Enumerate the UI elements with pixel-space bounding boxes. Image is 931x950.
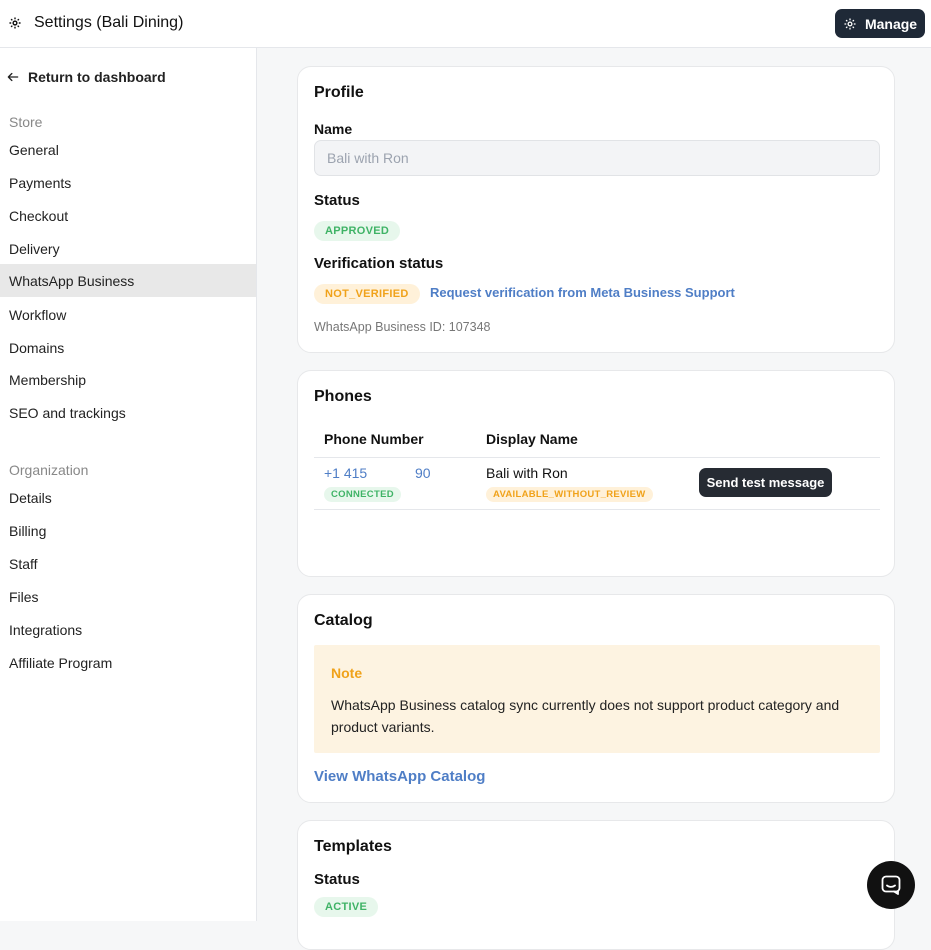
table-divider [314, 457, 880, 458]
top-bar: Settings (Bali Dining) Manage [0, 0, 931, 48]
return-to-dashboard-link[interactable]: Return to dashboard [6, 69, 166, 85]
note-title: Note [331, 665, 363, 681]
profile-card: Profile Name Status APPROVED Verificatio… [297, 66, 895, 353]
sidebar-item-general[interactable]: General [0, 133, 256, 166]
name-field[interactable] [314, 140, 880, 176]
sidebar-item-workflow[interactable]: Workflow [0, 298, 256, 331]
display-name-value: Bali with Ron [486, 465, 568, 481]
sidebar-item-domains[interactable]: Domains [0, 331, 256, 364]
sidebar-item-membership[interactable]: Membership [0, 363, 256, 396]
gear-icon [9, 17, 21, 29]
manage-button-label: Manage [864, 15, 918, 32]
status-label: Status [314, 192, 360, 209]
return-label: Return to dashboard [28, 69, 166, 85]
catalog-title: Catalog [314, 612, 373, 629]
sidebar-item-checkout[interactable]: Checkout [0, 199, 256, 232]
templates-status-badge: ACTIVE [314, 897, 379, 917]
sidebar-item-affiliate-program[interactable]: Affiliate Program [0, 646, 256, 679]
phone-suffix: 90 [415, 465, 431, 481]
page-title: Settings (Bali Dining) [34, 14, 184, 31]
phone-number-header: Phone Number [324, 431, 424, 447]
templates-card: Templates Status ACTIVE [297, 820, 895, 950]
sidebar-item-seo-and-trackings[interactable]: SEO and trackings [0, 396, 256, 429]
connected-badge: CONNECTED [324, 487, 401, 502]
sidebar-item-payments[interactable]: Payments [0, 166, 256, 199]
manage-button[interactable]: Manage [835, 9, 925, 38]
arrow-left-icon [7, 72, 19, 82]
gear-icon [844, 17, 856, 30]
chat-widget-button[interactable] [867, 861, 915, 909]
table-divider [314, 509, 880, 510]
templates-title: Templates [314, 838, 392, 855]
phone-number-link[interactable]: +1 415 90 [324, 465, 431, 481]
status-badge: APPROVED [314, 221, 401, 241]
verification-badge: NOT_VERIFIED [314, 284, 420, 304]
sidebar-item-files[interactable]: Files [0, 580, 256, 613]
sidebar-item-billing[interactable]: Billing [0, 514, 256, 547]
templates-status-label: Status [314, 871, 360, 888]
chat-icon [881, 875, 901, 895]
organization-group-label: Organization [9, 462, 89, 478]
sidebar-item-details[interactable]: Details [0, 481, 256, 514]
sidebar-item-integrations[interactable]: Integrations [0, 613, 256, 646]
sidebar-item-delivery[interactable]: Delivery [0, 232, 256, 265]
note-box: Note WhatsApp Business catalog sync curr… [314, 645, 880, 753]
sidebar: Return to dashboard Store General Paymen… [0, 48, 257, 921]
business-id-text: WhatsApp Business ID: 107348 [314, 320, 491, 334]
sidebar-item-whatsapp-business[interactable]: WhatsApp Business [0, 264, 256, 297]
phone-prefix: +1 415 [324, 465, 368, 481]
verification-status-label: Verification status [314, 255, 444, 272]
sidebar-item-staff[interactable]: Staff [0, 547, 256, 580]
catalog-card: Catalog Note WhatsApp Business catalog s… [297, 594, 895, 803]
phones-title: Phones [314, 388, 372, 405]
display-name-status-badge: AVAILABLE_WITHOUT_REVIEW [486, 487, 653, 502]
request-verification-link[interactable]: Request verification from Meta Business … [430, 285, 735, 300]
view-whatsapp-catalog-link[interactable]: View WhatsApp Catalog [314, 768, 485, 785]
display-name-header: Display Name [486, 431, 578, 447]
store-group-label: Store [9, 114, 43, 130]
profile-title: Profile [314, 84, 364, 101]
phones-card: Phones Phone Number Display Name +1 415 … [297, 370, 895, 577]
note-text: WhatsApp Business catalog sync currently… [331, 697, 840, 735]
send-test-message-button[interactable]: Send test message [699, 468, 832, 497]
name-label: Name [314, 121, 353, 137]
